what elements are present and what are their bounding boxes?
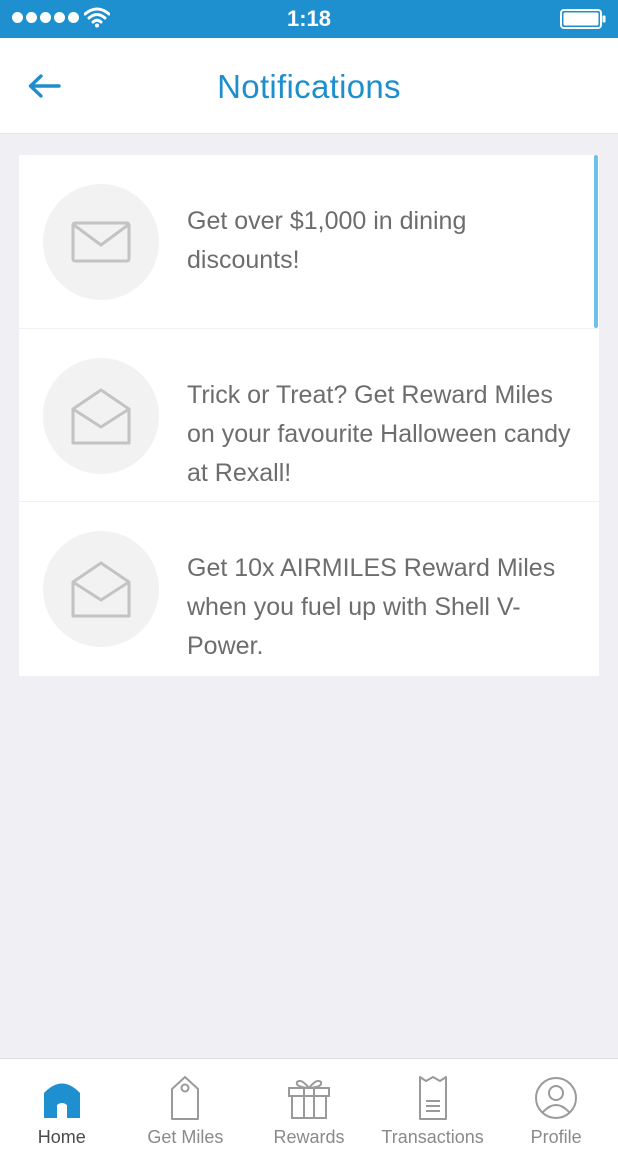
tab-label: Profile xyxy=(530,1127,582,1147)
notification-item-unread[interactable]: Get over $1,000 in dining discounts! xyxy=(19,155,599,328)
home-icon xyxy=(43,1083,80,1118)
tag-icon xyxy=(171,1076,200,1120)
notifications-list[interactable]: Get over $1,000 in dining discounts! Tri… xyxy=(19,155,599,676)
notification-avatar xyxy=(43,184,159,300)
notification-item-read[interactable]: Trick or Treat? Get Reward Miles on your… xyxy=(19,328,599,501)
notification-avatar xyxy=(43,358,159,474)
tab-bar: Home Get Miles Rewards Transactions Prof… xyxy=(0,1058,618,1152)
tab-label: Get Miles xyxy=(147,1127,224,1147)
notification-text: Trick or Treat? Get Reward Miles on your… xyxy=(187,381,571,487)
notification-text: Get 10x AIRMILES Reward Miles when you f… xyxy=(187,554,556,660)
profile-icon xyxy=(535,1077,578,1119)
receipt-icon xyxy=(418,1076,447,1120)
tab-label: Home xyxy=(37,1127,86,1147)
gift-icon xyxy=(287,1079,330,1119)
tab-label: Transactions xyxy=(381,1127,484,1147)
notification-avatar xyxy=(43,531,159,647)
status-bar: 1:18 xyxy=(0,0,618,38)
status-time: 1:18 xyxy=(286,6,332,31)
tab-home[interactable]: Home xyxy=(0,1059,124,1152)
notification-item-read[interactable]: Get 10x AIRMILES Reward Miles when you f… xyxy=(19,501,599,674)
scroll-indicator[interactable] xyxy=(594,155,598,328)
nav-bar: Notifications xyxy=(0,38,618,134)
page-title: Notifications xyxy=(217,68,401,105)
battery-icon xyxy=(560,9,606,29)
notification-text: Get over $1,000 in dining discounts! xyxy=(187,207,467,274)
envelope-open-icon xyxy=(71,388,131,445)
tab-get-miles[interactable]: Get Miles xyxy=(124,1059,248,1152)
tab-rewards[interactable]: Rewards xyxy=(247,1059,371,1152)
envelope-closed-icon xyxy=(71,221,131,263)
tab-transactions[interactable]: Transactions xyxy=(371,1059,495,1152)
tab-label: Rewards xyxy=(273,1127,345,1147)
envelope-open-icon xyxy=(71,561,131,618)
tab-profile[interactable]: Profile xyxy=(494,1059,618,1152)
